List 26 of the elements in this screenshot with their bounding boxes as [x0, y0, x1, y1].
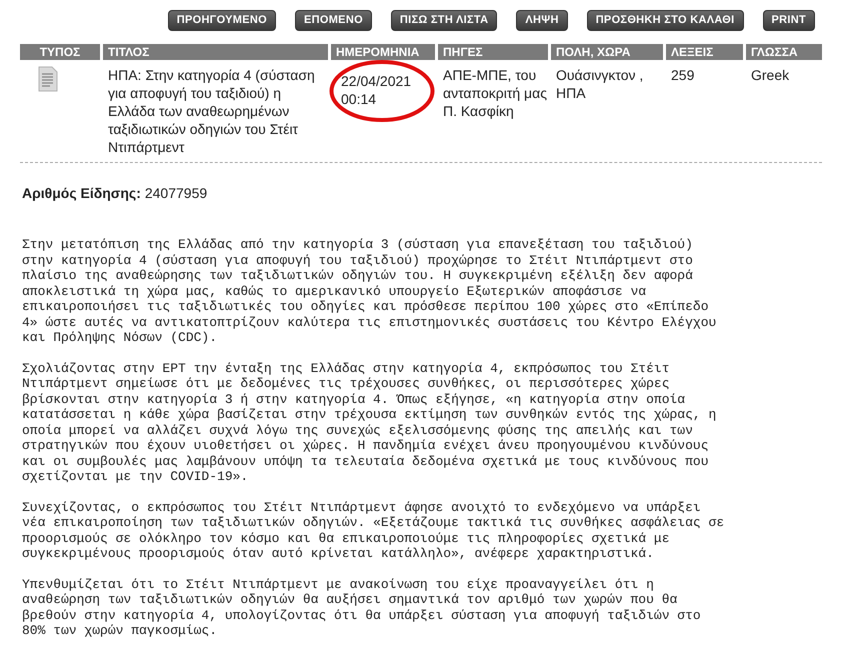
column-header: ΛΕΞΕΙΣ [666, 44, 743, 60]
column-header: ΓΛΩΣΣΑ [746, 44, 822, 60]
table-cell-text: 259 [670, 66, 696, 85]
toolbar-button[interactable]: ΠΙΣΩ ΣΤΗ ΛΙΣΤΑ [390, 10, 498, 31]
article-paragraph: Υπενθυμίζεται ότι το Στέιτ Ντιπάρτμεντ με ανακοίνωση του είχε προαναγγείλει ότι η αναθεώρηση των ταξιδιωτικών οδηγιών θα αυξήσει σημαντικά τον αριθμό των χωρών που θα βρεθούν στην κατηγορία 4, υπολογίζοντας ότι θα υπάρξει σύσταση για αποφυγή ταξιδιών στο 80% των χωρών παγκοσμίως. [22, 576, 702, 638]
table-cell-text: Greek [750, 66, 790, 85]
article-paragraph: Σχολιάζοντας στην ΕΡΤ την ένταξη της Ελλάδας στην κατηγορία 4, εκπρόσωπος του Στέιτ Ντιπάρτμεντ σημείωσε ότι με δεδομένες τις τρέχουσες συνθήκες, οι περισσότερες χώρες βρίσκονται στην κατηγορία 3 ή στην κατηγορία 4. Όπως εξήγησε, «η κατηγορία στην οποία κατατάσσεται η κάθε χώρα βασίζεται στην τρέχουσα εκτίμηση των συνθηκών εντός της χώρας, η οποία μπορεί να αλλάζει συχνά λόγω της συνεχώς εξελισσόμενης φύσης της απειλής και των στρατηγικών που έχουν υιοθετήσει οι χώρες. Η πανδημία ενέχει άνευ προηγουμένου κινδύνους και οι συμβουλές μας λαμβάνουν υπόψη τα τελευταία δεδομένα σχετικά με τους κινδύνους που σχετίζονται με την COVID-19». [22, 360, 718, 484]
table-cell-text: ΗΠΑ: Στην κατηγορία 4 (σύσταση για αποφυγή του ταξιδιού) η Ελλάδα των αναθεωρημένων ταξιδιωτικών οδηγιών του Στέιτ Ντιπάρτμεντ [107, 66, 316, 156]
table-cell-text: ΑΠΕ-ΜΠΕ, του ανταποκριτή μας Π. Κασφίκη [442, 66, 548, 121]
toolbar-button[interactable]: PRINT [762, 10, 815, 31]
document-icon [38, 66, 58, 92]
table-cell-text: 22/04/2021 00:14 [340, 72, 412, 108]
toolbar-button[interactable]: ΠΡΟΣΘΗΚΗ ΣΤΟ ΚΑΛΑΘΙ [586, 10, 744, 31]
toolbar-button[interactable]: ΛΗΨΗ [516, 10, 568, 31]
column-header: ΤΙΤΛΟΣ [103, 44, 328, 60]
news-id-label: Αριθμός Είδησης: [22, 184, 141, 203]
table-cell-text: Ουάσινγκτον , ΗΠΑ [555, 66, 644, 103]
news-id-value: 24077959 [144, 184, 208, 203]
article-paragraph: Στην μετατόπιση της Ελλάδας από την κατηγορία 3 (σύσταση για επανεξέταση του ταξιδιού) στην κατηγορία 4 (σύσταση για αποφυγή του ταξιδιού) προχώρησε το Στέιτ Ντιπάρτμεντ στο πλαίσιο της αναθεώρησης των ταξιδιωτικών οδηγιών του. Η συγκεκριμένη εξέλιξη δεν αφορά αποκλειστικά τη χώρα μας, καθώς το αμερικανικό υπουργείο Εξωτερικών αποφάσισε να επικαιροποιήσει τις ταξιδιωτικές του οδηγίες και πρόσθεσε περίπου 100 χώρες στο «Επίπεδο 4» ώστε αυτές να αντικατοπτρίζουν καλύτερα τις επιστημονικές συστάσεις του Κέντρο Ελέγχου και Πρόληψης Νόσων (CDC). [22, 237, 718, 346]
toolbar-button[interactable]: ΕΠΟΜΕΝΟ [294, 10, 372, 31]
column-header: ΤΥΠΟΣ [20, 44, 100, 60]
column-header: ΗΜΕΡΟΜΗΝΙΑ [331, 44, 435, 60]
column-header: ΠΗΓΕΣ [438, 44, 548, 60]
toolbar-button[interactable]: ΠΡΟΗΓΟΥΜΕΝΟ [168, 10, 276, 31]
column-header: ΠΟΛΗ, ΧΩΡΑ [551, 44, 663, 60]
article-paragraph: Συνεχίζοντας, ο εκπρόσωπος του Στέιτ Ντιπάρτμεντ άφησε ανοιχτό το ενδεχόμενο να υπάρξει νέα επικαιροποίηση των ταξιδιωτικών οδηγιών. «Εξετάζουμε τακτικά τις συνθήκες ασφάλειας σε προορισμούς σε ολόκληρο τον κόσμο και θα επικαιροποιούμε τις πληροφορίες σχετικά με συγκεκριμένους προορισμούς όταν αυτό κρίνεται κατάλληλο», ανέφερε χαρακτηριστικά. [22, 500, 726, 562]
